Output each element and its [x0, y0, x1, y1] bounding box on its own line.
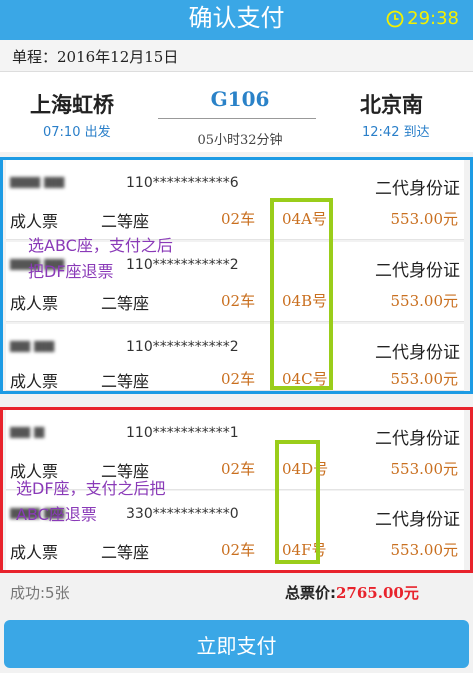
ticket-row[interactable]: ▇▇ ▇▇ 110***********2 二代身份证 成人票 二等座 02车 …	[6, 324, 464, 391]
seat-class: 二等座	[101, 543, 150, 562]
total-price: 总票价:2765.00元	[285, 582, 419, 603]
seat-class: 二等座	[101, 372, 150, 391]
arrival-station: 北京南	[360, 93, 423, 117]
id-type: 二代身份证	[375, 429, 460, 449]
ticket-row[interactable]: ▇▇▇ ▇▇ 110***********6 二代身份证 成人票 二等座 02车…	[6, 160, 464, 240]
ticket-price: 553.00元	[390, 460, 459, 478]
countdown-timer: 29:38	[386, 8, 459, 30]
arrival-time: 12:42 到达	[362, 125, 430, 140]
car-number: 02车	[221, 541, 256, 559]
ticket-type: 成人票	[10, 294, 59, 313]
passenger-name: ▇▇▇ ▇▇	[10, 176, 65, 188]
car-number: 02车	[221, 292, 256, 310]
train-number: G106	[210, 87, 270, 111]
pay-now-button[interactable]: 立即支付	[4, 620, 469, 668]
ticket-type: 成人票	[10, 543, 59, 562]
total-price-value: 2765.00元	[336, 584, 419, 602]
ticket-count: 成功:5张	[10, 584, 70, 602]
seat-class: 二等座	[101, 294, 150, 313]
ticket-type: 成人票	[10, 212, 59, 231]
car-number: 02车	[221, 210, 256, 228]
passenger-name: ▇▇ ▇▇	[10, 340, 55, 352]
annotation-note-abc: 选ABC座，支付之后 把DF座退票	[28, 236, 173, 281]
departure-time: 07:10 出发	[43, 125, 111, 140]
car-number: 02车	[221, 460, 256, 478]
id-type: 二代身份证	[375, 179, 460, 199]
id-number: 110***********2	[126, 339, 239, 355]
travel-duration: 05小时32分钟	[197, 133, 283, 148]
order-summary: 成功:5张 总票价:2765.00元	[0, 578, 473, 608]
app-header: 确认支付 29:38	[0, 0, 473, 40]
route-arrow-line	[158, 118, 316, 119]
ticket-price: 553.00元	[390, 292, 459, 310]
route-card: 上海虹桥 07:10 出发 G106 05小时32分钟 北京南 12:42 到达	[0, 72, 473, 152]
trip-date: 单程：2016年12月15日	[12, 48, 179, 66]
total-price-label: 总票价:	[285, 584, 336, 602]
ticket-price: 553.00元	[390, 541, 459, 559]
seat-highlight-abc	[270, 198, 333, 390]
id-type: 二代身份证	[375, 510, 460, 530]
annotation-note-df: 选DF座，支付之后把 ABC座退票	[16, 479, 166, 524]
departure-station: 上海虹桥	[30, 93, 114, 117]
id-type: 二代身份证	[375, 343, 460, 363]
trip-date-bar: 单程：2016年12月15日	[0, 40, 473, 72]
id-type: 二代身份证	[375, 261, 460, 281]
seat-highlight-df	[275, 440, 320, 564]
ticket-price: 553.00元	[390, 210, 459, 228]
timer-value: 29:38	[407, 8, 459, 29]
id-number: 110***********6	[126, 175, 239, 191]
ticket-type: 成人票	[10, 372, 59, 391]
passenger-name: ▇▇ ▇	[10, 426, 45, 438]
car-number: 02车	[221, 370, 256, 388]
seat-class: 二等座	[101, 212, 150, 231]
ticket-price: 553.00元	[390, 370, 459, 388]
clock-icon	[386, 10, 404, 28]
id-number: 110***********1	[126, 425, 239, 441]
